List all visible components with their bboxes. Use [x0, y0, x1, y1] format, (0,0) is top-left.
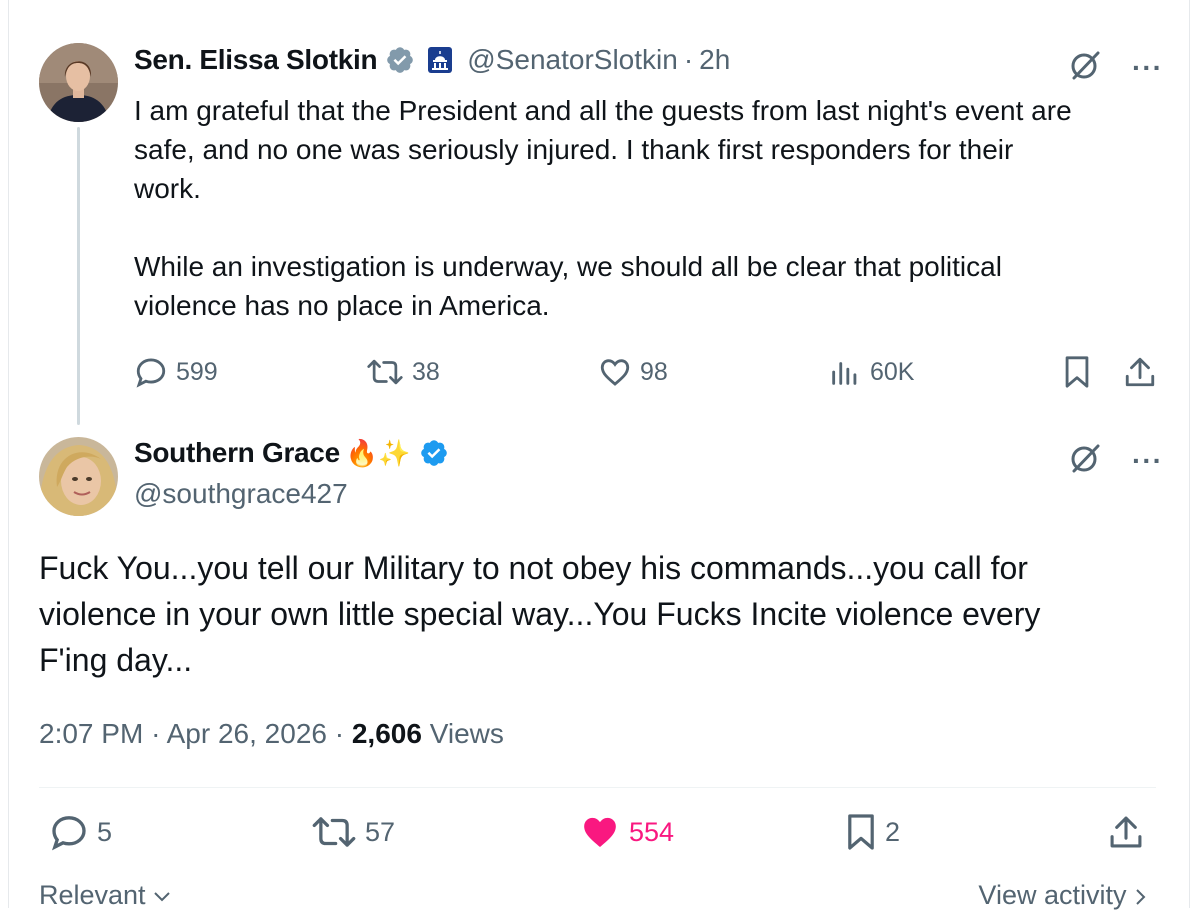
slotkin-tweet-text: I am grateful that the President and all…: [134, 95, 1072, 321]
reply-count: 5: [97, 816, 113, 847]
chevron-down-icon: [154, 892, 170, 902]
southgrace-tweet-text: Fuck You...you tell our Military to not …: [39, 550, 1041, 678]
repost-button[interactable]: 38: [366, 355, 440, 389]
tweet-meta: 2:07 PM · Apr 26, 2026 · 2,606 Views: [39, 718, 504, 750]
views-number: 2,606: [351, 718, 422, 749]
separator-dot: ·: [683, 44, 694, 75]
southgrace-display-name[interactable]: Southern Grace: [134, 437, 340, 469]
like-count: 554: [629, 816, 675, 847]
avatar-southgrace[interactable]: [39, 437, 118, 516]
name-emoji: 🔥✨: [345, 437, 411, 468]
separator-dot: ·: [334, 718, 345, 749]
repost-count: 57: [365, 816, 396, 847]
slotkin-top-actions: ···: [1068, 48, 1163, 87]
reply-icon: [52, 816, 86, 851]
like-icon: [584, 817, 616, 847]
like-button[interactable]: 554: [579, 812, 674, 852]
sort-label: Relevant: [39, 880, 146, 910]
like-button[interactable]: 98: [598, 355, 668, 389]
share-icon: [1125, 357, 1155, 387]
separator-dot: ·: [151, 718, 161, 749]
page-edge-right: [1189, 0, 1190, 908]
repost-icon: [312, 817, 356, 847]
divider: [39, 787, 1156, 788]
views-label: Views: [429, 718, 504, 749]
southgrace-actions-row: 5 57 554 2: [39, 812, 1159, 860]
bookmark-icon: [1065, 356, 1089, 388]
reply-button[interactable]: 599: [134, 355, 218, 389]
bookmark-icon: [848, 814, 874, 850]
avatar-slotkin[interactable]: [39, 43, 118, 122]
views-count: 60K: [870, 357, 915, 386]
chevron-right-icon: [1136, 889, 1146, 905]
tweet-date[interactable]: Apr 26, 2026: [167, 718, 327, 749]
views-button[interactable]: 60K: [828, 355, 914, 389]
repost-button[interactable]: 57: [311, 812, 395, 852]
view-activity-link[interactable]: View activity: [978, 880, 1148, 911]
repost-icon: [367, 359, 403, 385]
bookmark-count: 2: [885, 816, 901, 847]
tweet-time[interactable]: 2:07 PM: [39, 718, 143, 749]
verified-blue-icon[interactable]: [419, 438, 449, 468]
slotkin-stats-row: 599 38 98 60K: [134, 355, 1159, 395]
views-icon: [832, 362, 857, 385]
like-count: 98: [640, 357, 668, 386]
reply-icon: [136, 358, 166, 388]
grok-icon[interactable]: [1068, 48, 1102, 87]
reply-count: 599: [176, 357, 218, 386]
like-icon: [600, 359, 630, 386]
southgrace-name-row: Southern Grace 🔥✨: [134, 437, 449, 469]
repost-count: 38: [412, 357, 440, 386]
verified-gray-icon[interactable]: [385, 45, 415, 75]
sort-dropdown[interactable]: Relevant: [39, 880, 171, 911]
more-icon[interactable]: ···: [1132, 446, 1163, 475]
slotkin-handle[interactable]: @SenatorSlotkin: [467, 44, 678, 76]
slotkin-time[interactable]: 2h: [699, 44, 730, 76]
more-icon[interactable]: ···: [1132, 53, 1163, 82]
bookmark-button[interactable]: 2: [845, 812, 900, 852]
slotkin-display-name[interactable]: Sen. Elissa Slotkin: [134, 44, 378, 76]
southgrace-handle[interactable]: @southgrace427: [134, 478, 348, 510]
reply-button[interactable]: 5: [49, 812, 112, 852]
bookmark-button[interactable]: [1062, 355, 1092, 389]
capitol-flag-icon[interactable]: [427, 46, 453, 74]
slotkin-name-row: Sen. Elissa Slotkin @SenatorSlotkin · 2h: [134, 44, 730, 76]
view-activity-label: View activity: [978, 880, 1127, 910]
page-edge-left: [8, 0, 9, 908]
share-icon: [1110, 816, 1142, 848]
share-button[interactable]: [1109, 812, 1143, 852]
grok-icon[interactable]: [1068, 441, 1102, 480]
thread-line: [77, 127, 80, 425]
share-button[interactable]: [1124, 355, 1156, 389]
southgrace-top-actions: ···: [1068, 441, 1163, 480]
